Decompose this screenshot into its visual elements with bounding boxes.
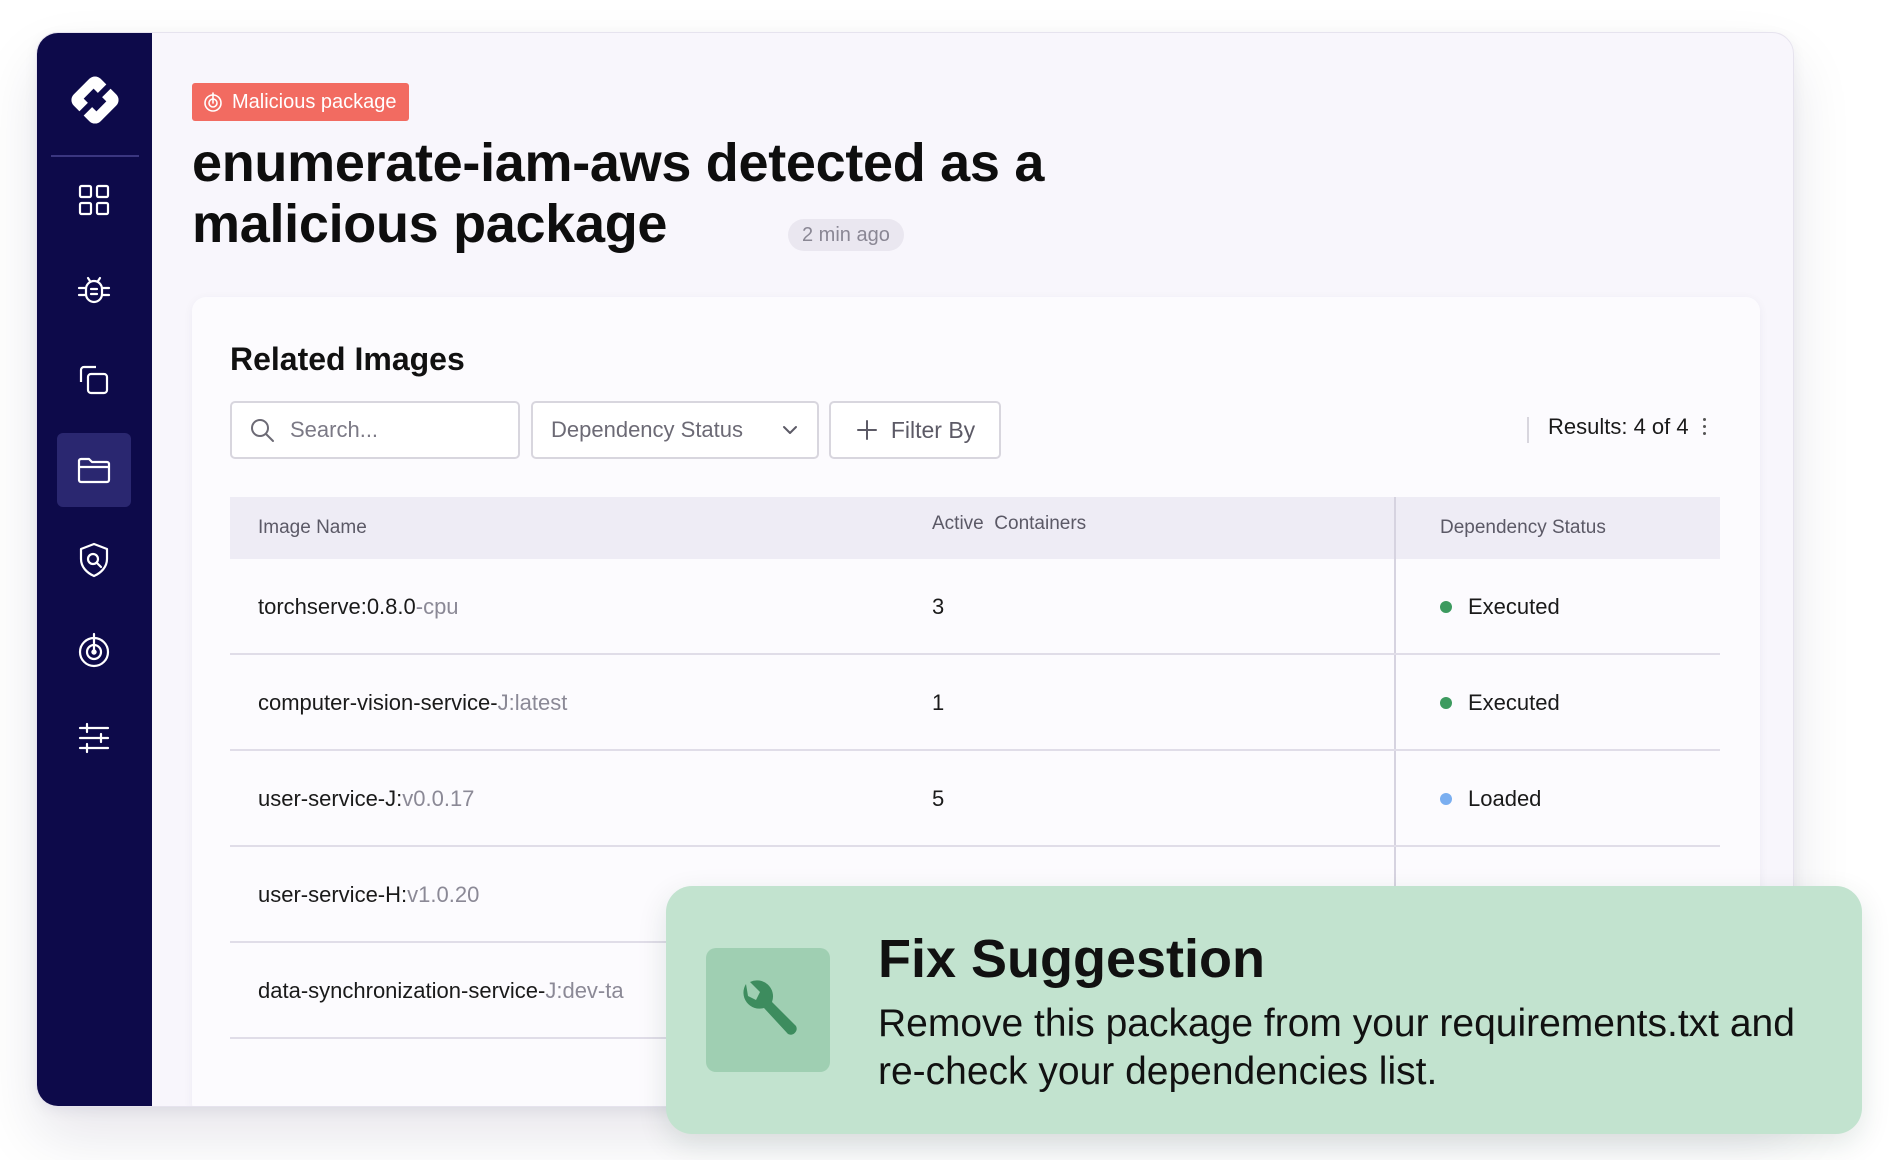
filter-label: Filter By (890, 416, 976, 443)
status-cell: Executed (1440, 559, 1560, 655)
image-name-cell: user-service-J: v0.0.17 (258, 786, 475, 811)
header-active-containers[interactable]: Active Containers (932, 493, 1086, 555)
containers-cell: 3 (932, 594, 945, 619)
grid-icon (78, 184, 110, 216)
results-divider (1527, 417, 1529, 443)
badge-label: Malicious package (232, 90, 397, 113)
dropdown-label: Dependency Status (551, 417, 744, 442)
search-icon (251, 419, 274, 442)
sidebar-divider (51, 155, 139, 157)
header-image-name[interactable]: Image Name (258, 497, 367, 559)
page-title: enumerate-iam-aws detected as a maliciou… (192, 133, 1045, 254)
sidebar-item-settings[interactable] (57, 701, 131, 775)
fix-text: Remove this package from your requiremen… (878, 1002, 1795, 1093)
folder-icon (77, 457, 111, 484)
brand-logo-icon[interactable] (68, 73, 122, 127)
target-icon (78, 632, 110, 668)
status-cell: Loaded (1440, 751, 1541, 847)
chevron-down-icon (783, 426, 797, 434)
table-row[interactable]: torchserve:0.8.0 -cpu 3 Executed (230, 559, 1720, 655)
filter-by-button[interactable]: Filter By (829, 401, 1001, 459)
header-dependency-status[interactable]: Dependency Status (1440, 497, 1606, 559)
wrench-icon (706, 948, 830, 1072)
more-options-icon[interactable] (1697, 411, 1711, 441)
containers-cell: 5 (932, 786, 945, 811)
results-count: Results: 4 of 4 (1548, 414, 1689, 439)
fix-suggestion-card: Fix Suggestion Remove this package from … (666, 886, 1862, 1134)
sidebar-item-security[interactable] (57, 523, 131, 597)
malicious-badge: Malicious package (192, 83, 409, 121)
target-icon (204, 92, 222, 112)
sidebar (37, 33, 152, 1106)
status-dot (1440, 697, 1452, 709)
timestamp-badge: 2 min ago (788, 219, 904, 251)
fix-title: Fix Suggestion (878, 929, 1266, 989)
sliders-icon (78, 722, 110, 754)
search-placeholder: Search... (290, 417, 379, 442)
image-name-cell: torchserve:0.8.0 -cpu (258, 594, 459, 619)
section-title: Related Images (230, 341, 465, 377)
copy-icon (79, 365, 109, 395)
status-dot (1440, 793, 1452, 805)
status-dot (1440, 601, 1452, 613)
containers-cell: 1 (932, 690, 945, 715)
sidebar-item-copies[interactable] (57, 343, 131, 417)
sidebar-item-vulnerabilities[interactable] (57, 253, 131, 327)
status-cell: Executed (1440, 655, 1560, 751)
sidebar-item-dashboard[interactable] (57, 163, 131, 237)
table-row[interactable]: user-service-J: v0.0.17 5 Loaded (230, 751, 1720, 847)
sidebar-item-images[interactable] (57, 433, 131, 507)
table-row[interactable]: computer-vision-service- J:latest 1 Execu… (230, 655, 1720, 751)
dependency-status-dropdown[interactable]: Dependency Status (531, 401, 819, 459)
table-header: Image Name Active Containers Dependency … (230, 497, 1720, 559)
image-name-cell: data-synchronization-service- J:dev-ta (258, 978, 624, 1003)
image-name-cell: computer-vision-service- J:latest (258, 690, 568, 715)
sidebar-item-runtime[interactable] (57, 613, 131, 687)
image-name-cell: user-service-H: v1.0.20 (258, 882, 480, 907)
bug-icon (77, 276, 111, 304)
shield-search-icon (79, 542, 109, 578)
plus-icon (856, 420, 877, 440)
search-input[interactable]: Search... (230, 401, 520, 459)
